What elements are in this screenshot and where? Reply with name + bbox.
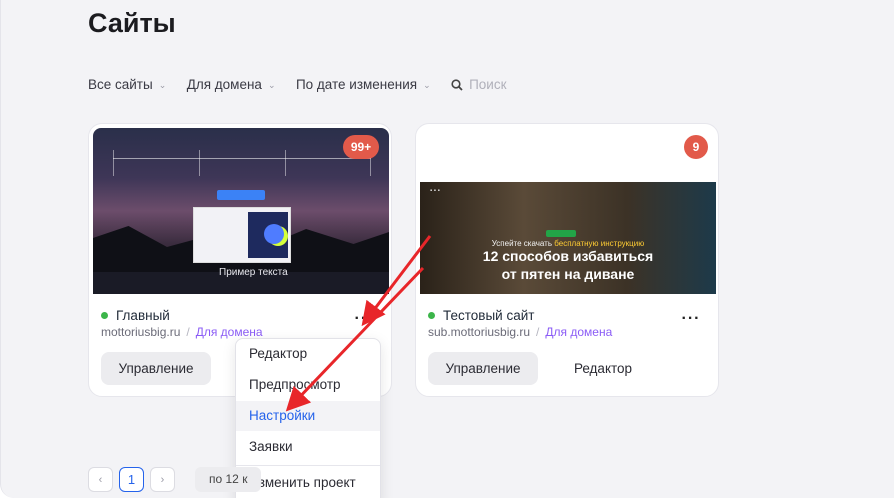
preview-screenshot [193, 207, 291, 263]
menu-item-preview[interactable]: Предпросмотр [236, 370, 380, 400]
prev-page-button[interactable]: ‹ [88, 467, 113, 492]
hero-title-line-2: от пятен на диване [501, 266, 635, 282]
chevron-down-icon: ⌄ [267, 79, 276, 90]
hero-subtitle: Успейте скачать бесплатную инструкцию [491, 239, 645, 248]
more-options-icon[interactable]: ··· [680, 311, 702, 330]
pagination: ‹ 1 › по 12 к [88, 467, 262, 492]
menu-divider [236, 465, 380, 466]
per-page-select[interactable]: по 12 к [195, 467, 262, 492]
search-placeholder: Поиск [469, 77, 507, 92]
site-name-label: Главный [116, 308, 170, 323]
hero-banner: ▪ ▪ ▪ Успейте скачать бесплатную инструк… [420, 182, 716, 294]
menu-item-requests[interactable]: Заявки [236, 432, 380, 462]
site-domain: mottoriusbig.ru / Для домена [101, 325, 263, 339]
site-domain-text: mottoriusbig.ru [101, 325, 181, 339]
site-card-test[interactable]: ▪ ▪ ▪ Успейте скачать бесплатную инструк… [415, 123, 719, 397]
for-domain-link[interactable]: Для домена [196, 325, 263, 339]
notification-badge: 9 [684, 135, 708, 159]
filter-sort-by-date[interactable]: По дате изменения ⌄ [296, 77, 433, 92]
hero-title-line-1: 12 способов избавиться [482, 248, 654, 264]
site-name: Тестовый сайт [428, 308, 534, 323]
manage-button[interactable]: Управление [428, 352, 538, 385]
status-dot [101, 312, 108, 319]
filter-for-domain[interactable]: Для домена ⌄ [187, 77, 278, 92]
menu-item-settings[interactable]: Настройки [236, 401, 380, 431]
chevron-down-icon: ⌄ [423, 79, 431, 90]
notification-badge: 99+ [343, 135, 379, 159]
filter-all-sites-label: Все сайты [88, 77, 153, 92]
filter-bar: Все сайты ⌄ Для домена ⌄ По дате изменен… [88, 77, 507, 92]
manage-button[interactable]: Управление [101, 352, 211, 385]
filter-sort-label: По дате изменения [295, 77, 418, 92]
filter-for-domain-label: Для домена [186, 77, 262, 92]
menu-item-editor[interactable]: Редактор [236, 339, 380, 369]
sites-panel: Сайты Все сайты ⌄ Для домена ⌄ По дате и… [0, 0, 894, 498]
site-thumbnail[interactable]: ▪ ▪ ▪ Успейте скачать бесплатную инструк… [420, 128, 716, 294]
current-page-button[interactable]: 1 [119, 467, 144, 492]
for-domain-link[interactable]: Для домена [545, 325, 612, 339]
filter-all-sites[interactable]: Все сайты ⌄ [88, 77, 169, 92]
search-icon [451, 78, 463, 91]
site-name: Главный [101, 308, 170, 323]
status-dot [428, 312, 435, 319]
site-domain: sub.mottoriusbig.ru / Для домена [428, 325, 613, 339]
next-page-button[interactable]: › [150, 467, 175, 492]
page-title: Сайты [88, 8, 176, 38]
search-input[interactable]: Поиск [451, 77, 507, 92]
thumbnail-caption: Пример текста [219, 267, 288, 278]
editor-button[interactable]: Редактор [556, 352, 650, 385]
site-name-label: Тестовый сайт [443, 308, 535, 323]
more-options-icon[interactable]: ··· [353, 311, 375, 330]
chevron-down-icon: ⌄ [158, 79, 167, 90]
site-domain-text: sub.mottoriusbig.ru [428, 325, 531, 339]
